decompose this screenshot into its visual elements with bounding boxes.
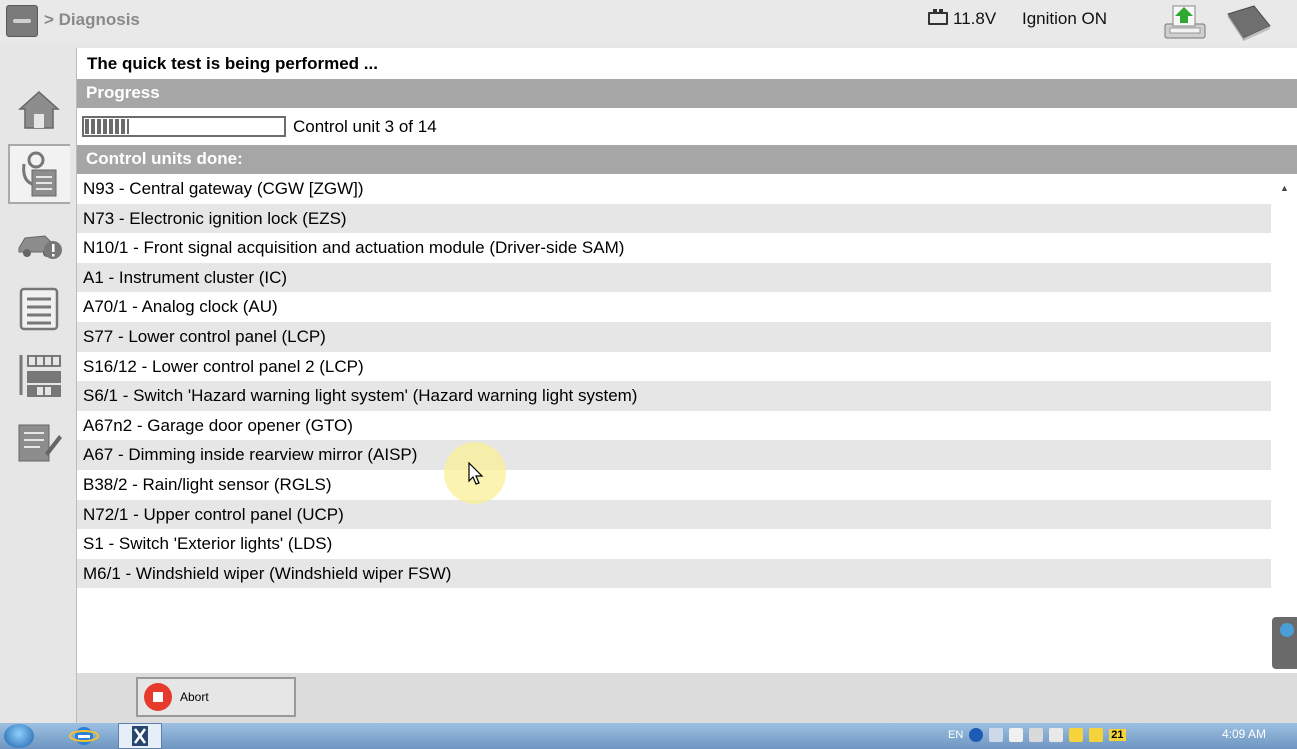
- battery-icon: [928, 9, 948, 25]
- system-tray: EN 21: [948, 728, 1126, 742]
- mouse-cursor-icon: [468, 462, 484, 485]
- list-item: M6/1 - Windshield wiper (Windshield wipe…: [77, 558, 1271, 589]
- list-item: S1 - Switch 'Exterior lights' (LDS): [77, 529, 1271, 559]
- progress-bar: [82, 116, 286, 137]
- sidebar-item-documents[interactable]: [8, 279, 70, 339]
- warning-icon[interactable]: [1069, 728, 1084, 742]
- list-item: S6/1 - Switch 'Hazard warning light syst…: [77, 381, 1271, 411]
- remote-support-tab[interactable]: [1272, 617, 1297, 669]
- action-bar: Abort: [76, 673, 1297, 723]
- help-icon[interactable]: [969, 728, 984, 742]
- home-icon: [18, 90, 60, 129]
- list-item: A1 - Instrument cluster (IC): [77, 262, 1271, 293]
- abort-label: Abort: [180, 690, 209, 704]
- volume-icon[interactable]: [1049, 728, 1064, 742]
- app-logo[interactable]: [6, 5, 38, 37]
- wifi-icon[interactable]: [1009, 728, 1024, 742]
- list-item: N72/1 - Upper control panel (UCP): [77, 499, 1271, 530]
- list-item: A67 - Dimming inside rearview mirror (AI…: [77, 440, 1271, 470]
- language-indicator[interactable]: EN: [948, 729, 963, 741]
- quick-test-panel: The quick test is being performed ... Pr…: [76, 48, 1297, 673]
- sidebar-item-control-units[interactable]: [8, 345, 70, 405]
- list-item: N93 - Central gateway (CGW [ZGW]): [77, 174, 1271, 204]
- top-bar: > Diagnosis 11.8V Ignition ON: [0, 0, 1297, 45]
- upload-icon[interactable]: [1162, 2, 1208, 42]
- sidebar: [0, 45, 75, 723]
- taskbar-clock[interactable]: 4:09 AM: [1222, 727, 1266, 741]
- voltage-value: 11.8V: [953, 9, 997, 28]
- progress-text: Control unit 3 of 14: [293, 117, 437, 136]
- power-icon[interactable]: [1029, 728, 1044, 742]
- list-item: A70/1 - Analog clock (AU): [77, 292, 1271, 322]
- list-item: N10/1 - Front signal acquisition and act…: [77, 233, 1271, 263]
- sidebar-item-diagnosis[interactable]: [8, 144, 70, 204]
- sidebar-item-vehicle[interactable]: [8, 215, 70, 275]
- internet-explorer-icon[interactable]: [67, 724, 101, 748]
- control-units-list[interactable]: N93 - Central gateway (CGW [ZGW]) N73 - E…: [77, 174, 1271, 669]
- breadcrumb: > Diagnosis: [44, 10, 140, 29]
- list-item: S77 - Lower control panel (LCP): [77, 321, 1271, 352]
- list-item: A67n2 - Garage door opener (GTO): [77, 410, 1271, 441]
- scroll-up-icon[interactable]: ▲: [1280, 183, 1290, 193]
- manual-book-icon[interactable]: [1224, 4, 1274, 42]
- list-item: S16/12 - Lower control panel 2 (LCP): [77, 351, 1271, 382]
- vehicle-warning-icon: [18, 235, 62, 259]
- sidebar-item-reports[interactable]: [8, 412, 70, 472]
- progress-fill: [85, 119, 129, 134]
- windows-taskbar: EN 21 4:09 AM: [0, 723, 1297, 749]
- list-item: N73 - Electronic ignition lock (EZS): [77, 203, 1271, 234]
- start-button[interactable]: [4, 724, 34, 748]
- document-list-icon: [19, 287, 59, 331]
- status-title: The quick test is being performed ...: [87, 54, 378, 73]
- progress-header: Progress: [77, 79, 1297, 108]
- sidebar-item-home[interactable]: [8, 80, 70, 140]
- xentry-taskbar-button[interactable]: [118, 723, 162, 749]
- report-edit-icon: [18, 424, 62, 462]
- network-icon[interactable]: [989, 728, 1004, 742]
- control-unit-grid-icon: [19, 355, 61, 397]
- stop-icon: [144, 683, 172, 711]
- list-item: B38/2 - Rain/light sensor (RGLS): [77, 469, 1271, 500]
- abort-button[interactable]: Abort: [136, 677, 296, 717]
- diagnosis-icon: [22, 151, 57, 197]
- control-units-done-header: Control units done:: [77, 145, 1297, 174]
- ignition-status: Ignition ON: [1022, 9, 1108, 28]
- tray-badge[interactable]: 21: [1109, 729, 1126, 741]
- notification-icon[interactable]: [1089, 728, 1104, 742]
